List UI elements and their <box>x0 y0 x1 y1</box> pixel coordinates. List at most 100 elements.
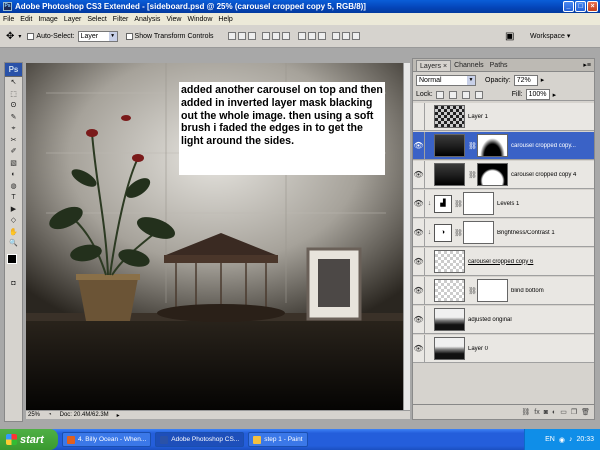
chain-link-icon[interactable]: ⛓ <box>454 229 463 237</box>
eye-icon[interactable]: 👁 <box>413 131 425 160</box>
layer-row-selected[interactable]: 👁 ⛓ carousel cropped copy... <box>413 131 594 160</box>
align-vcenter-icon[interactable] <box>237 32 246 40</box>
language-indicator[interactable]: EN <box>545 436 555 443</box>
dodge-tool-icon[interactable]: ◐ <box>5 169 22 181</box>
layer-mask-thumbnail[interactable] <box>477 163 508 186</box>
tool-preset-arrow-icon[interactable]: ▾ <box>18 33 21 40</box>
link-layers-icon[interactable]: ⛓ <box>521 408 530 416</box>
chain-link-icon[interactable]: ⛓ <box>468 171 477 179</box>
layer-name[interactable]: adjusted original <box>468 317 594 323</box>
menu-window[interactable]: Window <box>187 16 212 23</box>
minimize-button[interactable]: _ <box>563 1 574 12</box>
layer-name[interactable]: carousel cropped copy 4 <box>511 172 594 178</box>
brush-tool-icon[interactable]: ✐ <box>5 146 22 158</box>
zoom-tool-icon[interactable]: 🔍 <box>5 238 22 250</box>
eye-icon[interactable]: 👁 <box>413 305 425 334</box>
crop-tool-icon[interactable]: ⌖ <box>5 123 22 135</box>
align-top-icon[interactable] <box>227 32 236 40</box>
layer-row[interactable]: 👁 adjusted original <box>413 305 594 334</box>
menu-view[interactable]: View <box>166 16 181 23</box>
menu-edit[interactable]: Edit <box>20 16 32 23</box>
distribute-top-icon[interactable] <box>297 32 306 40</box>
align-right-icon[interactable] <box>281 32 290 40</box>
brightness-contrast-icon[interactable]: ◑ <box>434 223 452 242</box>
visibility-toggle-off[interactable] <box>413 102 425 131</box>
menu-select[interactable]: Select <box>87 16 106 23</box>
lock-transparent-icon[interactable] <box>435 90 444 99</box>
distribute-bottom-icon[interactable] <box>317 32 326 40</box>
layer-mask-thumbnail[interactable] <box>477 279 508 302</box>
start-button[interactable]: start <box>0 429 58 450</box>
tray-volume-icon[interactable]: ♪ <box>569 436 573 443</box>
menu-filter[interactable]: Filter <box>113 16 129 23</box>
layer-name[interactable]: Levels 1 <box>497 201 594 207</box>
tab-layers[interactable]: Layers × <box>416 60 452 71</box>
layer-row[interactable]: 👁 ⛓ blind bottom <box>413 276 594 305</box>
eye-icon[interactable]: 👁 <box>413 334 425 363</box>
move-tool-icon[interactable]: ↖ <box>5 77 22 89</box>
opacity-input[interactable]: 72% <box>513 74 538 86</box>
lock-position-icon[interactable] <box>461 90 470 99</box>
gradient-tool-icon[interactable]: ▧ <box>5 158 22 170</box>
layer-row[interactable]: 👁 ↓ ◑ ⛓ Brightness/Contrast 1 <box>413 218 594 247</box>
layer-row[interactable]: 👁 ⛓ carousel cropped copy 4 <box>413 160 594 189</box>
levels-adjustment-icon[interactable]: ▟ <box>434 194 452 213</box>
distribute-vcenter-icon[interactable] <box>307 32 316 40</box>
show-transform-checkbox[interactable] <box>125 32 133 40</box>
fill-input[interactable]: 100% <box>525 89 550 100</box>
chain-link-icon[interactable]: ⛓ <box>468 287 477 295</box>
menu-analysis[interactable]: Analysis <box>134 16 160 23</box>
opacity-slider-arrow-icon[interactable]: ▸ <box>541 76 545 84</box>
close-button[interactable]: × <box>587 1 598 12</box>
type-tool-icon[interactable]: T <box>5 192 22 204</box>
workspace-button[interactable]: Workspace ▾ <box>530 32 570 40</box>
blend-mode-dropdown[interactable]: Normal ▼ <box>416 74 476 86</box>
foreground-color-swatch[interactable] <box>7 253 17 264</box>
menu-help[interactable]: Help <box>218 16 232 23</box>
hand-tool-icon[interactable]: ✋ <box>5 227 22 239</box>
quick-mask-icon[interactable]: ◘ <box>5 278 22 290</box>
eye-icon[interactable]: 👁 <box>413 189 425 218</box>
add-mask-icon[interactable]: ◙ <box>544 409 548 416</box>
fill-slider-arrow-icon[interactable]: ▸ <box>553 91 557 99</box>
tab-paths[interactable]: Paths <box>487 60 511 71</box>
bridge-icon[interactable]: ▣ <box>505 31 514 42</box>
auto-select-checkbox[interactable] <box>27 32 35 40</box>
path-selection-tool-icon[interactable]: ▶ <box>5 204 22 216</box>
tab-close-icon[interactable]: × <box>443 63 447 70</box>
layer-style-icon[interactable]: fx <box>534 409 539 416</box>
status-menu-arrow-icon[interactable]: ▸ <box>117 412 120 419</box>
eye-icon[interactable]: 👁 <box>413 276 425 305</box>
status-options-icon[interactable]: ◔ <box>48 412 52 418</box>
slice-tool-icon[interactable]: ✂ <box>5 135 22 147</box>
distribute-hcenter-icon[interactable] <box>341 32 350 40</box>
adjustment-layer-icon[interactable]: ◐ <box>552 409 556 416</box>
layer-name[interactable]: carousel cropped copy... <box>511 143 594 149</box>
blur-tool-icon[interactable]: ◍ <box>5 181 22 193</box>
marquee-tool-icon[interactable]: ⬚ <box>5 89 22 101</box>
quick-selection-tool-icon[interactable]: ✎ <box>5 112 22 124</box>
layer-mask-thumbnail[interactable] <box>463 192 494 215</box>
image-canvas[interactable]: added another carousel on top and then a… <box>26 63 403 410</box>
zoom-level[interactable]: 25% <box>28 412 40 418</box>
shape-tool-icon[interactable]: ◇ <box>5 215 22 227</box>
chain-link-icon[interactable]: ⛓ <box>468 142 477 150</box>
lock-pixels-icon[interactable] <box>448 90 457 99</box>
align-left-icon[interactable] <box>261 32 270 40</box>
layer-row[interactable]: 👁 Layer 0 <box>413 334 594 363</box>
eye-icon[interactable]: 👁 <box>413 160 425 189</box>
layer-name[interactable]: blind bottom <box>511 288 594 294</box>
taskbar-item-paint[interactable]: step 1 - Paint <box>248 432 308 447</box>
chain-link-icon[interactable]: ⛓ <box>454 200 463 208</box>
menu-image[interactable]: Image <box>38 16 57 23</box>
eye-icon[interactable]: 👁 <box>413 218 425 247</box>
maximize-button[interactable]: □ <box>575 1 586 12</box>
align-bottom-icon[interactable] <box>247 32 256 40</box>
layer-name[interactable]: Layer 0 <box>468 346 594 352</box>
layer-mask-thumbnail[interactable] <box>463 221 494 244</box>
layer-name[interactable]: Brightness/Contrast 1 <box>497 230 594 236</box>
menu-layer[interactable]: Layer <box>64 16 82 23</box>
align-hcenter-icon[interactable] <box>271 32 280 40</box>
taskbar-item-music[interactable]: 4. Billy Ocean - When... <box>62 432 152 447</box>
lock-all-icon[interactable] <box>474 90 483 99</box>
